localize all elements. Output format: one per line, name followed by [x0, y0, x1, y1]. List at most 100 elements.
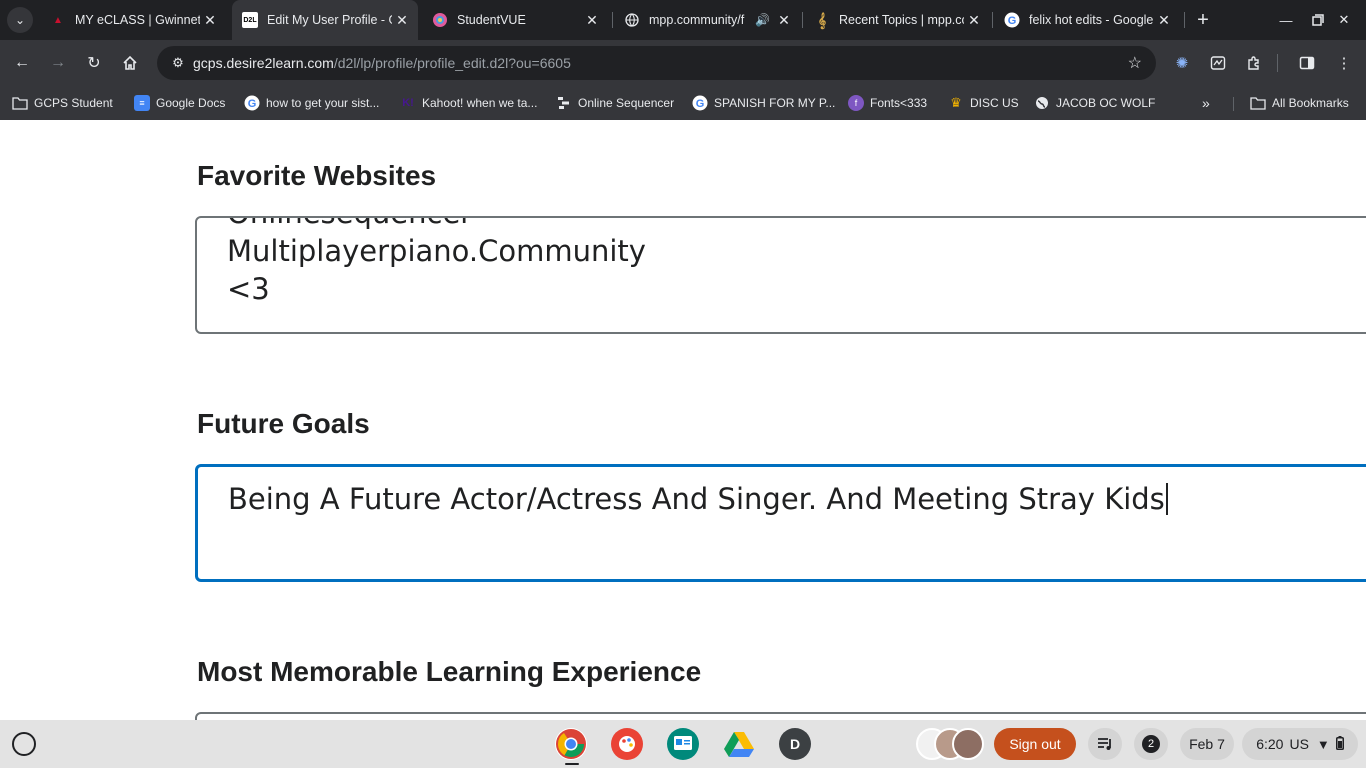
bookmark-label: JACOB OC WOLF: [1056, 96, 1156, 110]
bookmark-spanish[interactable]: G SPANISH FOR MY P...: [692, 92, 835, 114]
url-path: /d2l/lp/profile/profile_edit.d2l?ou=6605: [333, 55, 571, 71]
crown-icon: ♛: [950, 95, 962, 110]
status-area[interactable]: 6:20 US ▼: [1242, 728, 1358, 760]
tab-mpp-community[interactable]: mpp.community/f 🔊 ✕: [614, 0, 800, 40]
os-shelf: D Sign out 2 Feb 7 6:20 US ▼: [0, 720, 1366, 768]
restore-icon[interactable]: [1306, 8, 1330, 32]
extensions-puzzle-icon[interactable]: [1243, 52, 1265, 74]
music-icon: 𝄞: [817, 11, 827, 28]
future-goals-label: Future Goals: [197, 408, 370, 439]
tab-eclass[interactable]: ▲ MY eCLASS | Gwinnett ✕: [40, 0, 226, 40]
tab-divider: [802, 12, 803, 28]
home-icon[interactable]: [117, 50, 143, 76]
tab-divider: [1184, 12, 1185, 28]
tab-title: felix hot edits - Google: [1029, 13, 1154, 27]
tab-title: Edit My User Profile - G: [267, 13, 392, 27]
tab-divider: [612, 12, 613, 28]
bookmark-gcps-student[interactable]: GCPS Student: [12, 92, 113, 114]
textarea-line: <3: [227, 272, 270, 306]
profile-edit-page: Favorite Websites Onlinesequencer Multip…: [0, 120, 1366, 720]
bookmark-kahoot[interactable]: K! Kahoot! when we ta...: [400, 92, 537, 114]
globe-icon: [624, 12, 640, 28]
extension-reader-icon[interactable]: [1207, 52, 1229, 74]
fonts-icon: f: [848, 95, 864, 111]
svg-text:G: G: [696, 98, 705, 110]
tab-strip: ⌄ ▲ MY eCLASS | Gwinnett ✕ D2L Edit My U…: [0, 0, 1366, 40]
canvas-app-icon[interactable]: [611, 728, 643, 760]
tab-edit-profile[interactable]: D2L Edit My User Profile - G ✕: [232, 0, 418, 40]
chrome-app-icon[interactable]: [555, 728, 587, 760]
new-tab-icon[interactable]: +: [1191, 8, 1215, 32]
back-icon[interactable]: ←: [9, 50, 35, 76]
tab-title: Recent Topics | mpp.co: [839, 13, 964, 27]
bookmark-google-docs[interactable]: ≡ Google Docs: [134, 92, 225, 114]
side-panel-icon[interactable]: [1296, 52, 1318, 74]
textarea-line: Onlinesequencer: [227, 218, 472, 230]
bookmark-fonts[interactable]: f Fonts<333: [848, 92, 927, 114]
site-info-icon[interactable]: ⚙: [163, 55, 193, 71]
memorable-experience-textarea[interactable]: [195, 712, 1366, 720]
future-goals-textarea[interactable]: Being A Future Actor/Actress And Singer.…: [195, 464, 1366, 582]
bookmark-label: Online Sequencer: [578, 96, 675, 110]
playlist-icon[interactable]: [1088, 728, 1122, 760]
d2l-icon: D2L: [242, 12, 258, 28]
forward-icon[interactable]: →: [45, 50, 71, 76]
docs-icon: ≡: [134, 95, 150, 111]
tab-title: MY eCLASS | Gwinnett: [75, 13, 200, 27]
sequencer-icon: [556, 95, 572, 111]
bookmark-label: SPANISH FOR MY P...: [714, 96, 836, 110]
tab-studentvue[interactable]: StudentVUE ✕: [422, 0, 608, 40]
all-bookmarks-button[interactable]: All Bookmarks: [1250, 92, 1349, 114]
close-icon[interactable]: ✕: [1154, 10, 1174, 30]
folder-icon: [12, 95, 28, 111]
google-icon: G: [692, 95, 708, 111]
sign-out-button[interactable]: Sign out: [994, 728, 1076, 760]
bookmark-how-to-get[interactable]: G how to get your sist...: [244, 92, 379, 114]
tab-google-search[interactable]: G felix hot edits - Google ✕: [994, 0, 1180, 40]
drive-app-icon[interactable]: [723, 728, 755, 760]
bookmarks-bar: GCPS Student ≡ Google Docs G how to get …: [0, 86, 1366, 120]
svg-text:G: G: [248, 98, 257, 110]
future-goals-text: Being A Future Actor/Actress And Singer.…: [228, 482, 1165, 516]
reload-icon[interactable]: ↻: [81, 50, 107, 76]
bookmark-star-icon[interactable]: ☆: [1128, 53, 1142, 73]
favorite-websites-textarea[interactable]: Onlinesequencer Multiplayerpiano.Communi…: [195, 216, 1366, 334]
globe-icon: [1034, 95, 1050, 111]
tab-title: mpp.community/f: [649, 13, 745, 27]
google-icon: G: [1004, 12, 1020, 28]
menu-kebab-icon[interactable]: ⋮: [1333, 52, 1355, 74]
user-avatars[interactable]: [916, 728, 984, 760]
close-icon[interactable]: ✕: [774, 10, 794, 30]
launcher-icon[interactable]: [12, 732, 36, 756]
bookmarks-divider: [1233, 97, 1234, 111]
close-icon[interactable]: ✕: [582, 10, 602, 30]
bookmarks-overflow-icon[interactable]: »: [1202, 92, 1210, 114]
toolbar-divider: [1277, 54, 1278, 72]
minimize-icon[interactable]: —: [1274, 8, 1298, 32]
close-window-icon[interactable]: ✕: [1332, 8, 1356, 32]
textarea-line: Being A Future Actor/Actress And Singer.…: [228, 482, 1168, 516]
bookmark-label: Google Docs: [156, 96, 226, 110]
close-icon[interactable]: ✕: [964, 10, 984, 30]
url-host: gcps.desire2learn.com: [193, 55, 334, 71]
tab-recent-topics[interactable]: 𝄞 Recent Topics | mpp.co ✕: [804, 0, 990, 40]
classroom-app-icon[interactable]: [667, 728, 699, 760]
bookmark-label: Kahoot! when we ta...: [422, 96, 538, 110]
time-label: 6:20: [1256, 736, 1284, 752]
address-bar[interactable]: ⚙ gcps.desire2learn.com /d2l/lp/profile/…: [157, 46, 1156, 80]
bookmark-disc-us[interactable]: ♛ DISC US: [948, 92, 1019, 114]
notification-count[interactable]: 2: [1134, 728, 1168, 760]
folder-icon: [1250, 95, 1266, 111]
speaker-icon[interactable]: 🔊: [755, 13, 770, 27]
close-icon[interactable]: ✕: [200, 10, 220, 30]
kahoot-icon: K!: [402, 97, 414, 109]
bookmark-jacob-oc-wolf[interactable]: JACOB OC WOLF: [1034, 92, 1155, 114]
close-icon[interactable]: ✕: [392, 10, 412, 30]
bookmark-online-sequencer[interactable]: Online Sequencer: [556, 92, 674, 114]
google-icon: G: [244, 95, 260, 111]
wifi-icon: ▼: [1316, 736, 1330, 752]
tab-search-icon[interactable]: ⌄: [7, 7, 33, 33]
date-button[interactable]: Feb 7: [1180, 728, 1234, 760]
account-avatar[interactable]: D: [779, 728, 811, 760]
extension-flower-icon[interactable]: ✺: [1171, 52, 1193, 74]
